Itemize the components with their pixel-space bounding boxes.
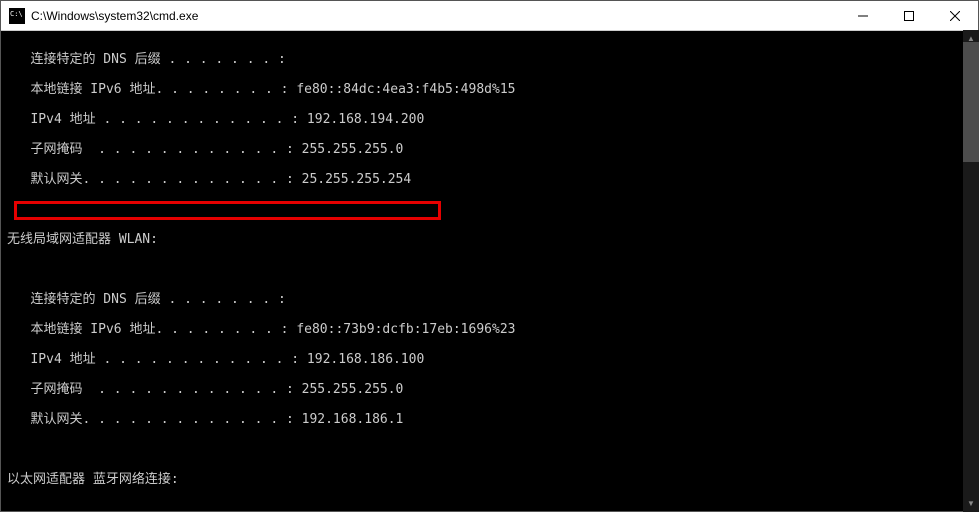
output-line — [7, 262, 978, 277]
minimize-button[interactable] — [840, 1, 886, 30]
adapter-header: 以太网适配器 蓝牙网络连接: — [7, 472, 978, 487]
maximize-button[interactable] — [886, 1, 932, 30]
scrollbar-down-arrow[interactable]: ▼ — [963, 495, 979, 511]
output-line: 本地链接 IPv6 地址. . . . . . . . : fe80::84dc… — [7, 82, 978, 97]
output-line — [7, 442, 978, 457]
cmd-icon — [9, 8, 25, 24]
output-line: 本地链接 IPv6 地址. . . . . . . . : fe80::73b9… — [7, 322, 978, 337]
output-line — [7, 202, 978, 217]
output-line: 连接特定的 DNS 后缀 . . . . . . . : — [7, 52, 978, 67]
output-line: 子网掩码 . . . . . . . . . . . . : 255.255.2… — [7, 382, 978, 397]
output-line: 默认网关. . . . . . . . . . . . . : 192.168.… — [7, 412, 978, 427]
close-button[interactable] — [932, 1, 978, 30]
output-line: IPv4 地址 . . . . . . . . . . . . : 192.16… — [7, 112, 978, 127]
output-line: 子网掩码 . . . . . . . . . . . . : 255.255.2… — [7, 142, 978, 157]
window-title: C:\Windows\system32\cmd.exe — [31, 9, 840, 23]
output-line-ipv4: IPv4 地址 . . . . . . . . . . . . : 192.16… — [7, 352, 978, 367]
terminal-output[interactable]: 连接特定的 DNS 后缀 . . . . . . . : 本地链接 IPv6 地… — [1, 31, 978, 511]
output-line: 连接特定的 DNS 后缀 . . . . . . . : — [7, 292, 978, 307]
output-line: 默认网关. . . . . . . . . . . . . : 25.255.2… — [7, 172, 978, 187]
window-controls — [840, 1, 978, 30]
adapter-header: 无线局域网适配器 WLAN: — [7, 232, 978, 247]
scrollbar-thumb[interactable] — [963, 42, 979, 162]
output-line — [7, 502, 978, 511]
window-titlebar: C:\Windows\system32\cmd.exe — [1, 1, 978, 31]
